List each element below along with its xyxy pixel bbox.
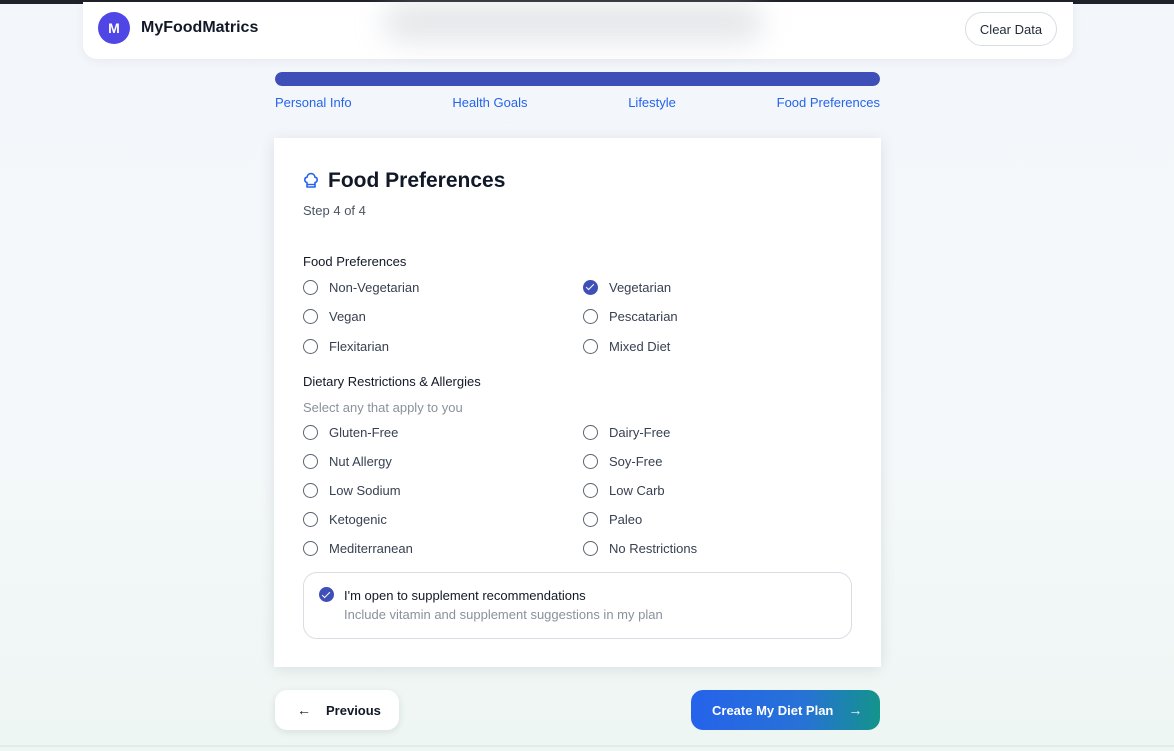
option-non-vegetarian[interactable]: Non-Vegetarian — [303, 278, 419, 296]
bottom-divider — [0, 745, 1174, 747]
step-labels: Personal Info Health Goals Lifestyle Foo… — [275, 95, 880, 111]
app-header: M MyFoodMatrics Clear Data — [83, 2, 1073, 59]
option-flexitarian[interactable]: Flexitarian — [303, 337, 389, 355]
restrictions-hint: Select any that apply to you — [303, 400, 463, 415]
checkbox-circle-icon[interactable] — [303, 482, 318, 498]
create-diet-plan-button[interactable]: Create My Diet Plan → — [691, 690, 880, 730]
radio-circle-icon[interactable] — [583, 338, 598, 354]
chef-hat-icon — [304, 172, 318, 188]
checkbox-circle-icon[interactable] — [583, 424, 598, 440]
option-label: Mediterranean — [329, 540, 413, 556]
option-label: Vegan — [329, 308, 366, 324]
previous-label: Previous — [326, 702, 381, 718]
option-soy-free[interactable]: Soy-Free — [583, 452, 662, 470]
option-vegan[interactable]: Vegan — [303, 307, 366, 325]
progress-fill — [275, 72, 880, 86]
option-label: Non-Vegetarian — [329, 279, 420, 295]
option-label: Soy-Free — [609, 453, 663, 469]
checkbox-circle-icon[interactable] — [303, 424, 318, 440]
food-preferences-card: Food Preferences Step 4 of 4 Food Prefer… — [274, 138, 881, 667]
step-label-food-preferences[interactable]: Food Preferences — [777, 95, 880, 111]
option-nut-allergy[interactable]: Nut Allergy — [303, 452, 392, 470]
option-paleo[interactable]: Paleo — [583, 510, 642, 528]
create-diet-plan-label: Create My Diet Plan — [712, 702, 834, 718]
option-label: Mixed Diet — [609, 338, 671, 354]
supplement-description: Include vitamin and supplement suggestio… — [344, 607, 663, 622]
checkbox-circle-icon[interactable] — [583, 482, 598, 498]
progress-bar — [275, 72, 880, 86]
supplement-checkbox[interactable] — [319, 587, 334, 602]
option-no-restrictions[interactable]: No Restrictions — [583, 539, 697, 557]
food-preferences-heading: Food Preferences — [303, 254, 407, 269]
option-gluten-free[interactable]: Gluten-Free — [303, 423, 398, 441]
card-title-row: Food Preferences — [303, 169, 505, 193]
previous-button[interactable]: ← Previous — [275, 690, 399, 730]
option-mixed-diet[interactable]: Mixed Diet — [583, 337, 670, 355]
radio-circle-icon[interactable] — [303, 279, 318, 295]
option-label: Nut Allergy — [329, 453, 392, 469]
card-title: Food Preferences — [328, 169, 506, 192]
option-label: Gluten-Free — [329, 424, 399, 440]
arrow-left-icon: ← — [297, 702, 311, 718]
option-dairy-free[interactable]: Dairy-Free — [583, 423, 670, 441]
radio-circle-icon[interactable] — [583, 308, 598, 324]
checkbox-circle-icon[interactable] — [583, 511, 598, 527]
checkbox-circle-icon[interactable] — [583, 453, 598, 469]
option-mediterranean[interactable]: Mediterranean — [303, 539, 413, 557]
option-low-carb[interactable]: Low Carb — [583, 481, 665, 499]
supplement-label: I'm open to supplement recommendations — [344, 588, 586, 603]
restrictions-heading: Dietary Restrictions & Allergies — [303, 374, 481, 389]
brand-name: MyFoodMatrics — [141, 19, 259, 36]
step-label-lifestyle[interactable]: Lifestyle — [628, 95, 676, 111]
header-blur-overlay — [383, 2, 763, 42]
option-label: Low Carb — [609, 482, 665, 498]
radio-circle-icon[interactable] — [303, 308, 318, 324]
step-label-personal-info[interactable]: Personal Info — [275, 95, 352, 111]
checkbox-circle-icon[interactable] — [303, 540, 318, 556]
option-low-sodium[interactable]: Low Sodium — [303, 481, 401, 499]
option-label: Pescatarian — [609, 308, 678, 324]
option-label: Paleo — [609, 511, 643, 527]
checkbox-circle-icon[interactable] — [583, 540, 598, 556]
checkbox-circle-icon[interactable] — [303, 453, 318, 469]
clear-data-button[interactable]: Clear Data — [965, 12, 1057, 46]
radio-circle-icon[interactable] — [303, 338, 318, 354]
arrow-right-icon: → — [848, 702, 863, 718]
step-counter: Step 4 of 4 — [303, 203, 366, 218]
supplement-option-box[interactable]: I'm open to supplement recommendations I… — [303, 572, 852, 639]
option-ketogenic[interactable]: Ketogenic — [303, 510, 387, 528]
option-vegetarian[interactable]: Vegetarian — [583, 278, 671, 296]
option-label: Dairy-Free — [609, 424, 671, 440]
logo-badge: M — [98, 12, 130, 44]
checkbox-circle-icon[interactable] — [303, 511, 318, 527]
option-label: Ketogenic — [329, 511, 387, 527]
option-label: Flexitarian — [329, 338, 389, 354]
option-label: No Restrictions — [609, 540, 698, 556]
step-label-health-goals[interactable]: Health Goals — [452, 95, 527, 111]
radio-checked-icon[interactable] — [583, 279, 598, 295]
option-pescatarian[interactable]: Pescatarian — [583, 307, 678, 325]
option-label: Low Sodium — [329, 482, 401, 498]
option-label: Vegetarian — [609, 279, 672, 295]
